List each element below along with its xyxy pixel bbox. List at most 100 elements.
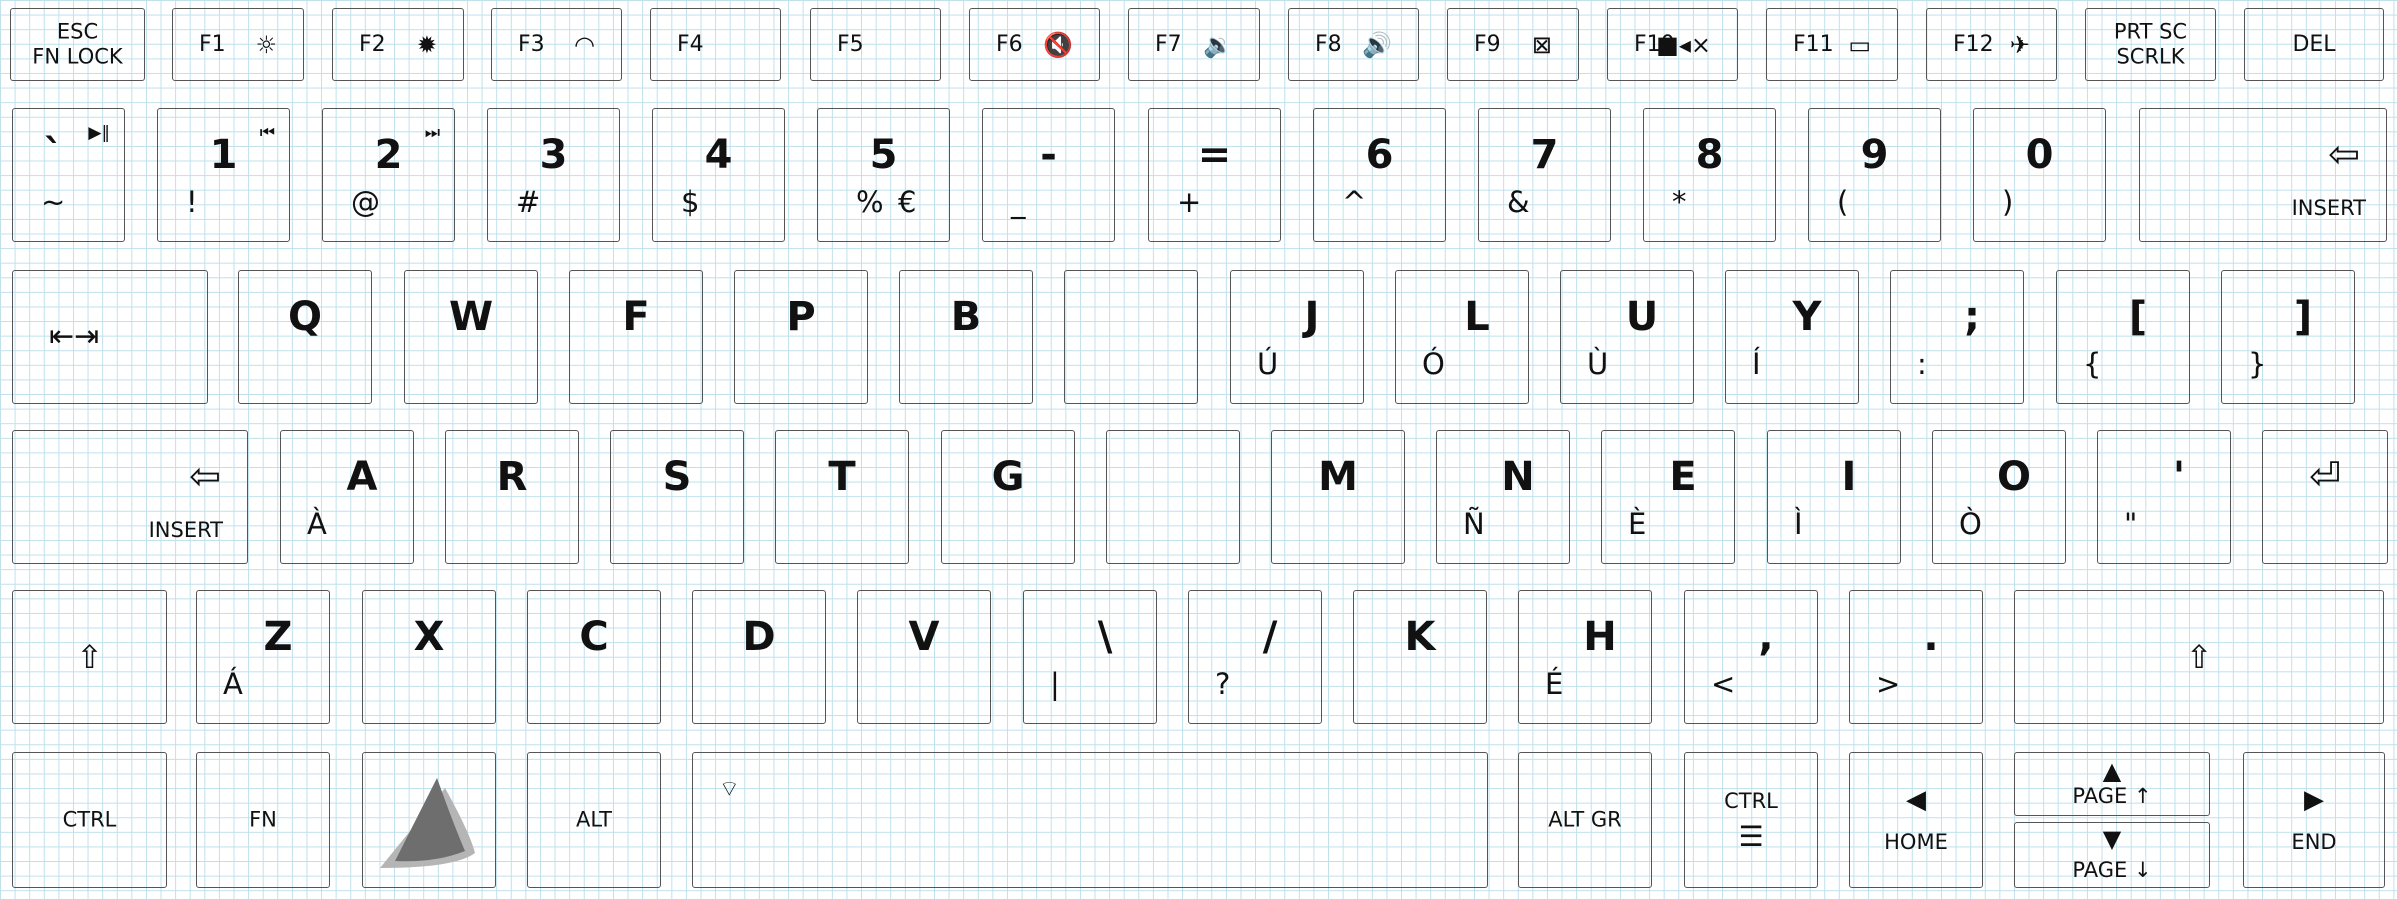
key-7[interactable]: 7 & bbox=[1478, 108, 1611, 242]
key-o[interactable]: OÒ bbox=[1932, 430, 2066, 564]
key-rbracket[interactable]: ]} bbox=[2221, 270, 2355, 404]
key-up[interactable]: ▲ PAGE ↑ bbox=[2014, 752, 2210, 816]
key-k[interactable]: K bbox=[1353, 590, 1487, 724]
key-j[interactable]: JÚ bbox=[1230, 270, 1364, 404]
key-u[interactable]: UÙ bbox=[1560, 270, 1694, 404]
key-lbracket[interactable]: [{ bbox=[2056, 270, 2190, 404]
key-e[interactable]: EÈ bbox=[1601, 430, 1735, 564]
key-p[interactable]: P bbox=[734, 270, 868, 404]
key-6[interactable]: 6 ^ bbox=[1313, 108, 1446, 242]
key-esc[interactable]: ESC FN LOCK bbox=[10, 8, 145, 81]
key-backtick[interactable]: ` ~ ▶‖ bbox=[12, 108, 125, 242]
key-9-main: 9 bbox=[1860, 132, 1889, 178]
key-comma[interactable]: , < bbox=[1684, 590, 1818, 724]
key-backslash-main: \ bbox=[1097, 614, 1113, 660]
key-8[interactable]: 8 * bbox=[1643, 108, 1776, 242]
key-f7[interactable]: F7 🔉 bbox=[1128, 8, 1260, 81]
key-z-main: Z bbox=[263, 614, 293, 660]
key-n[interactable]: NÑ bbox=[1436, 430, 1570, 564]
key-backspace-left[interactable]: ⇦ INSERT bbox=[12, 430, 248, 564]
key-t[interactable]: T bbox=[775, 430, 909, 564]
key-0[interactable]: 0) bbox=[1973, 108, 2106, 242]
key-semicolon[interactable]: ;: bbox=[1890, 270, 2024, 404]
key-j-accent: Ú bbox=[1257, 347, 1279, 381]
key-9[interactable]: 9( bbox=[1808, 108, 1941, 242]
key-rctrl[interactable]: CTRL ☰ bbox=[1684, 752, 1818, 888]
key-f3[interactable]: F3 ◠ bbox=[491, 8, 622, 81]
key-r-main: R bbox=[496, 454, 528, 500]
key-c-main: C bbox=[579, 614, 609, 660]
key-z[interactable]: ZÁ bbox=[196, 590, 330, 724]
key-minus[interactable]: - _ bbox=[982, 108, 1115, 242]
key-f5[interactable]: F5 bbox=[810, 8, 941, 81]
key-quote[interactable]: ' " bbox=[2097, 430, 2231, 564]
key-m-main: M bbox=[1318, 454, 1358, 500]
key-y-main: Y bbox=[1792, 294, 1822, 340]
key-slash[interactable]: /? bbox=[1188, 590, 1322, 724]
key-f6[interactable]: F6 🔇 bbox=[969, 8, 1100, 81]
key-rshift[interactable]: ⇧ bbox=[2014, 590, 2384, 724]
key-tab[interactable]: ⇤⇥ bbox=[12, 270, 208, 404]
key-space[interactable]: ⌔ bbox=[692, 752, 1488, 888]
key-j-main: J bbox=[1304, 294, 1320, 340]
key-5-shift: % bbox=[856, 185, 884, 219]
key-f1[interactable]: F1 ☼ bbox=[172, 8, 304, 81]
key-f11[interactable]: F11 ▭ bbox=[1766, 8, 1898, 81]
key-h[interactable]: HÉ bbox=[1518, 590, 1652, 724]
key-f8[interactable]: F8 🔊 bbox=[1288, 8, 1419, 81]
key-blank1[interactable] bbox=[1064, 270, 1198, 404]
key-q[interactable]: Q bbox=[238, 270, 372, 404]
key-blank2[interactable] bbox=[1106, 430, 1240, 564]
key-f10[interactable]: F10 ■◂× bbox=[1607, 8, 1738, 81]
key-r[interactable]: R bbox=[445, 430, 579, 564]
key-1[interactable]: 1! ⏮ bbox=[157, 108, 290, 242]
f2-label: F2 bbox=[359, 31, 386, 57]
key-equals[interactable]: = + bbox=[1148, 108, 1281, 242]
shift-icon: ⇧ bbox=[2185, 638, 2213, 676]
key-f9[interactable]: F9 ⊠ bbox=[1447, 8, 1579, 81]
key-b[interactable]: B bbox=[899, 270, 1033, 404]
key-s[interactable]: S bbox=[610, 430, 744, 564]
key-alt[interactable]: ALT bbox=[527, 752, 661, 888]
key-c[interactable]: C bbox=[527, 590, 661, 724]
key-i-main: I bbox=[1841, 454, 1857, 500]
key-comma-shift: < bbox=[1711, 667, 1736, 701]
key-lctrl[interactable]: CTRL bbox=[12, 752, 167, 888]
key-slash-shift: ? bbox=[1215, 667, 1231, 701]
key-enter[interactable]: ⏎ bbox=[2262, 430, 2388, 564]
key-prtsc[interactable]: PRT SC SCRLK bbox=[2085, 8, 2216, 81]
key-d[interactable]: D bbox=[692, 590, 826, 724]
key-backspace[interactable]: ⇦ INSERT bbox=[2139, 108, 2387, 242]
key-f4[interactable]: F4 bbox=[650, 8, 781, 81]
key-3[interactable]: 3 # bbox=[487, 108, 620, 242]
key-l[interactable]: LÓ bbox=[1395, 270, 1529, 404]
key-del[interactable]: DEL bbox=[2244, 8, 2384, 81]
key-i[interactable]: IÌ bbox=[1767, 430, 1901, 564]
key-x[interactable]: X bbox=[362, 590, 496, 724]
key-v[interactable]: V bbox=[857, 590, 991, 724]
key-a[interactable]: AÀ bbox=[280, 430, 414, 564]
next-track-icon: ⏭ bbox=[424, 123, 440, 143]
key-y[interactable]: YÍ bbox=[1725, 270, 1859, 404]
key-f12[interactable]: F12 ✈ bbox=[1926, 8, 2057, 81]
key-g[interactable]: G bbox=[941, 430, 1075, 564]
key-7-shift: & bbox=[1507, 185, 1530, 219]
key-4[interactable]: 4 $ bbox=[652, 108, 785, 242]
key-period[interactable]: . > bbox=[1849, 590, 1983, 724]
key-fn[interactable]: FN bbox=[196, 752, 330, 888]
key-backslash[interactable]: \ | bbox=[1023, 590, 1157, 724]
key-right[interactable]: ▶ END bbox=[2243, 752, 2385, 888]
key-z-shift: Á bbox=[223, 667, 243, 701]
key-altgr[interactable]: ALT GR bbox=[1518, 752, 1652, 888]
key-w[interactable]: W bbox=[404, 270, 538, 404]
key-o-accent: Ò bbox=[1959, 507, 1982, 541]
key-m[interactable]: M bbox=[1271, 430, 1405, 564]
key-lshift[interactable]: ⇧ bbox=[12, 590, 167, 724]
key-down[interactable]: ▼ PAGE ↓ bbox=[2014, 822, 2210, 888]
key-5[interactable]: 5% € bbox=[817, 108, 950, 242]
key-f[interactable]: F bbox=[569, 270, 703, 404]
key-2[interactable]: 2 @ ⏭ bbox=[322, 108, 455, 242]
key-left[interactable]: ◀ HOME bbox=[1849, 752, 1983, 888]
key-f2[interactable]: F2 ✹ bbox=[332, 8, 464, 81]
key-logo[interactable] bbox=[362, 752, 496, 888]
